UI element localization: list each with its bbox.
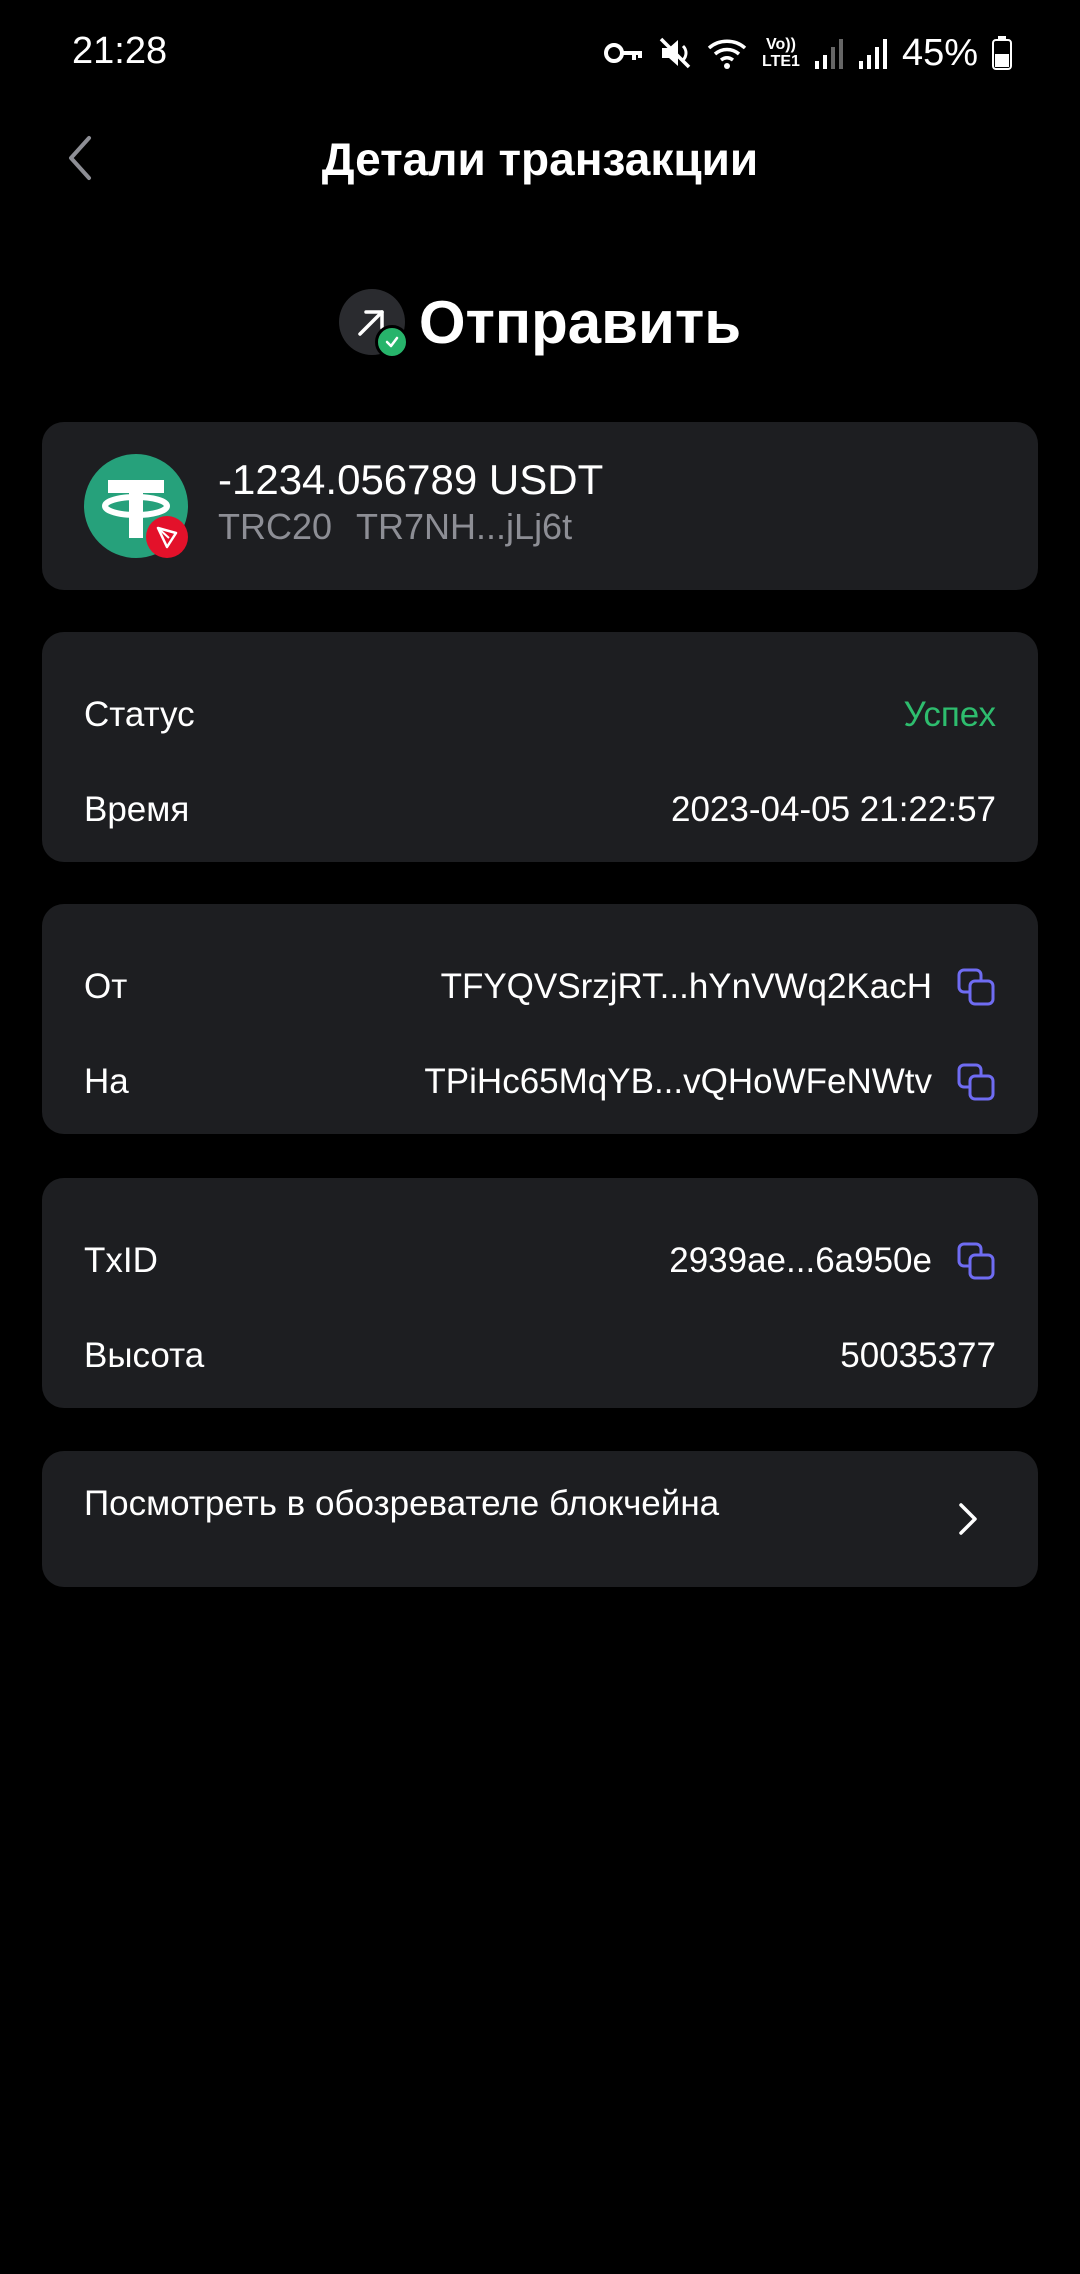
chevron-right-icon [938, 1489, 998, 1549]
height-label: Высота [84, 1336, 205, 1375]
battery-percent: 45% [901, 31, 978, 74]
transaction-type: Отправить [0, 282, 1080, 362]
transaction-amount: -1234.056789 USDT [218, 456, 604, 503]
from-row: От TFYQVSrzjRT...hYnVWq2KacH [84, 952, 996, 1022]
to-address: TPiHc65MqYB...vQHoWFeNWtv [424, 1062, 932, 1101]
height-row: Высота 50035377 [84, 1321, 996, 1391]
status-icons: Vo)) LTE1 45% [604, 30, 1012, 76]
wifi-icon [706, 36, 748, 70]
from-label: От [84, 967, 128, 1006]
volte-indicator: Vo)) LTE1 [762, 36, 800, 70]
time-value: 2023-04-05 21:22:57 [671, 790, 996, 829]
network-label: TRC20 [218, 506, 333, 547]
copy-icon [957, 968, 995, 1006]
tx-card: TxID 2939ae...6a950e Высота 50035377 [42, 1178, 1038, 1408]
status-label: Статус [84, 695, 195, 734]
volte-top: Vo)) [766, 36, 796, 53]
status-time: 21:28 [72, 30, 168, 72]
status-bar: 21:28 Vo)) LTE1 45% [0, 0, 1080, 110]
asset-meta: TRC20 TR7NH...jLj6t [218, 506, 572, 548]
copy-from-button[interactable] [956, 967, 996, 1007]
txid-row: TxID 2939ae...6a950e [84, 1226, 996, 1296]
lte-label: LTE1 [762, 53, 800, 70]
transaction-type-label: Отправить [418, 288, 742, 356]
explorer-label: Посмотреть в обозревателе блокчейна [84, 1484, 720, 1523]
status-value: Успех [903, 695, 996, 734]
send-arrow-icon [338, 289, 409, 359]
to-row: На TPiHc65MqYB...vQHoWFeNWtv [84, 1047, 996, 1117]
txid-label: TxID [84, 1241, 158, 1280]
txid-value: 2939ae...6a950e [669, 1241, 932, 1280]
address-card: От TFYQVSrzjRT...hYnVWq2KacH На TPiHc65M… [42, 904, 1038, 1134]
time-row: Время 2023-04-05 21:22:57 [84, 775, 996, 845]
to-label: На [84, 1062, 129, 1101]
page-title: Детали транзакции [321, 133, 759, 185]
view-in-explorer-button[interactable]: Посмотреть в обозревателе блокчейна [42, 1451, 1038, 1587]
check-icon [374, 325, 409, 359]
wallet-address-short: TR7NH...jLj6t [356, 506, 573, 547]
height-value: 50035377 [840, 1336, 996, 1375]
mute-icon [658, 36, 692, 70]
from-address: TFYQVSrzjRT...hYnVWq2KacH [440, 967, 932, 1006]
copy-txid-button[interactable] [956, 1241, 996, 1281]
status-row: Статус Успех [84, 680, 996, 750]
signal-icon [858, 37, 888, 69]
status-card: Статус Успех Время 2023-04-05 21:22:57 [42, 632, 1038, 862]
top-app-bar: Детали транзакции [0, 110, 1080, 208]
time-label: Время [84, 790, 190, 829]
copy-icon [957, 1063, 995, 1101]
copy-to-button[interactable] [956, 1062, 996, 1102]
battery-icon [992, 36, 1012, 70]
asset-card: -1234.056789 USDT TRC20 TR7NH...jLj6t [42, 422, 1038, 590]
tron-icon [146, 516, 188, 558]
copy-icon [957, 1242, 995, 1280]
signal-icon [814, 37, 844, 69]
key-icon [604, 40, 644, 66]
